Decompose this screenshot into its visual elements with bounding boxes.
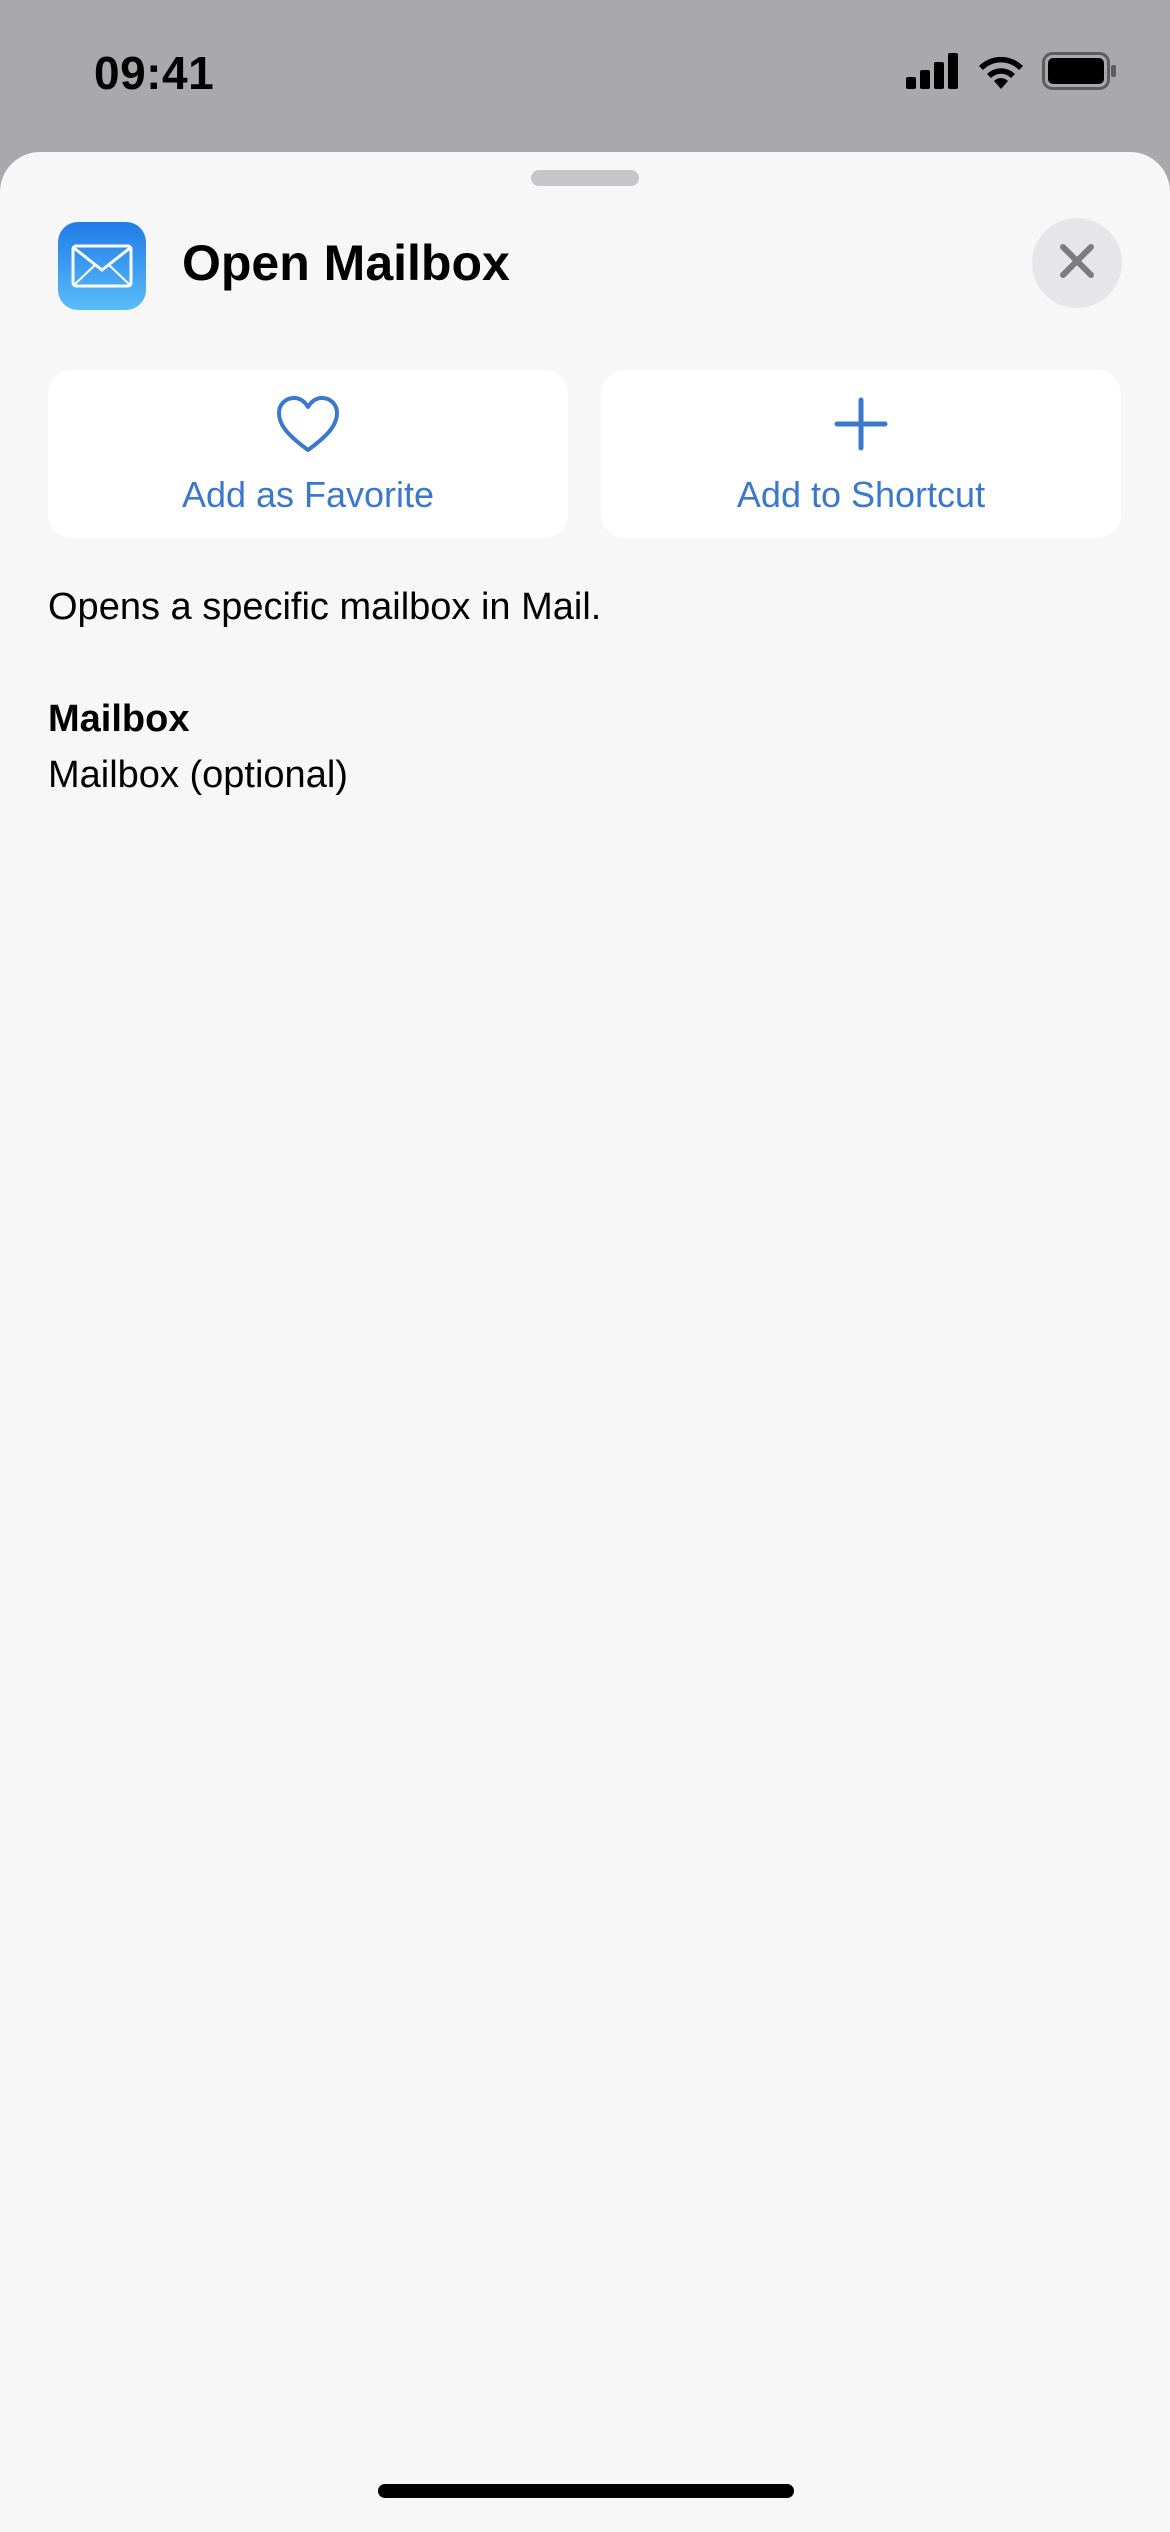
add-as-favorite-button[interactable]: Add as Favorite: [48, 370, 568, 538]
home-indicator[interactable]: [378, 2484, 794, 2498]
status-bar: 09:41: [0, 0, 1170, 150]
sheet-grabber[interactable]: [531, 170, 639, 186]
mail-icon: [58, 222, 146, 310]
battery-icon: [1042, 52, 1118, 95]
sheet-title: Open Mailbox: [182, 235, 510, 291]
parameter-title: Mailbox: [48, 698, 190, 740]
add-to-shortcut-button[interactable]: Add to Shortcut: [601, 370, 1121, 538]
status-time: 09:41: [94, 47, 215, 99]
add-as-favorite-label: Add as Favorite: [181, 474, 435, 515]
add-to-shortcut-label: Add to Shortcut: [736, 474, 986, 515]
action-detail-sheet: Open Mailbox Add as Favorite Add to Shor…: [0, 152, 1170, 2532]
plus-icon: [833, 396, 889, 457]
status-icons: [906, 52, 1118, 95]
parameter-value: Mailbox (optional): [48, 754, 348, 796]
cellular-signal-icon: [906, 53, 960, 94]
wifi-icon: [976, 52, 1026, 95]
close-button[interactable]: [1032, 218, 1122, 308]
close-icon: [1057, 241, 1097, 286]
action-description: Opens a specific mailbox in Mail.: [48, 586, 602, 628]
heart-icon: [276, 396, 340, 459]
